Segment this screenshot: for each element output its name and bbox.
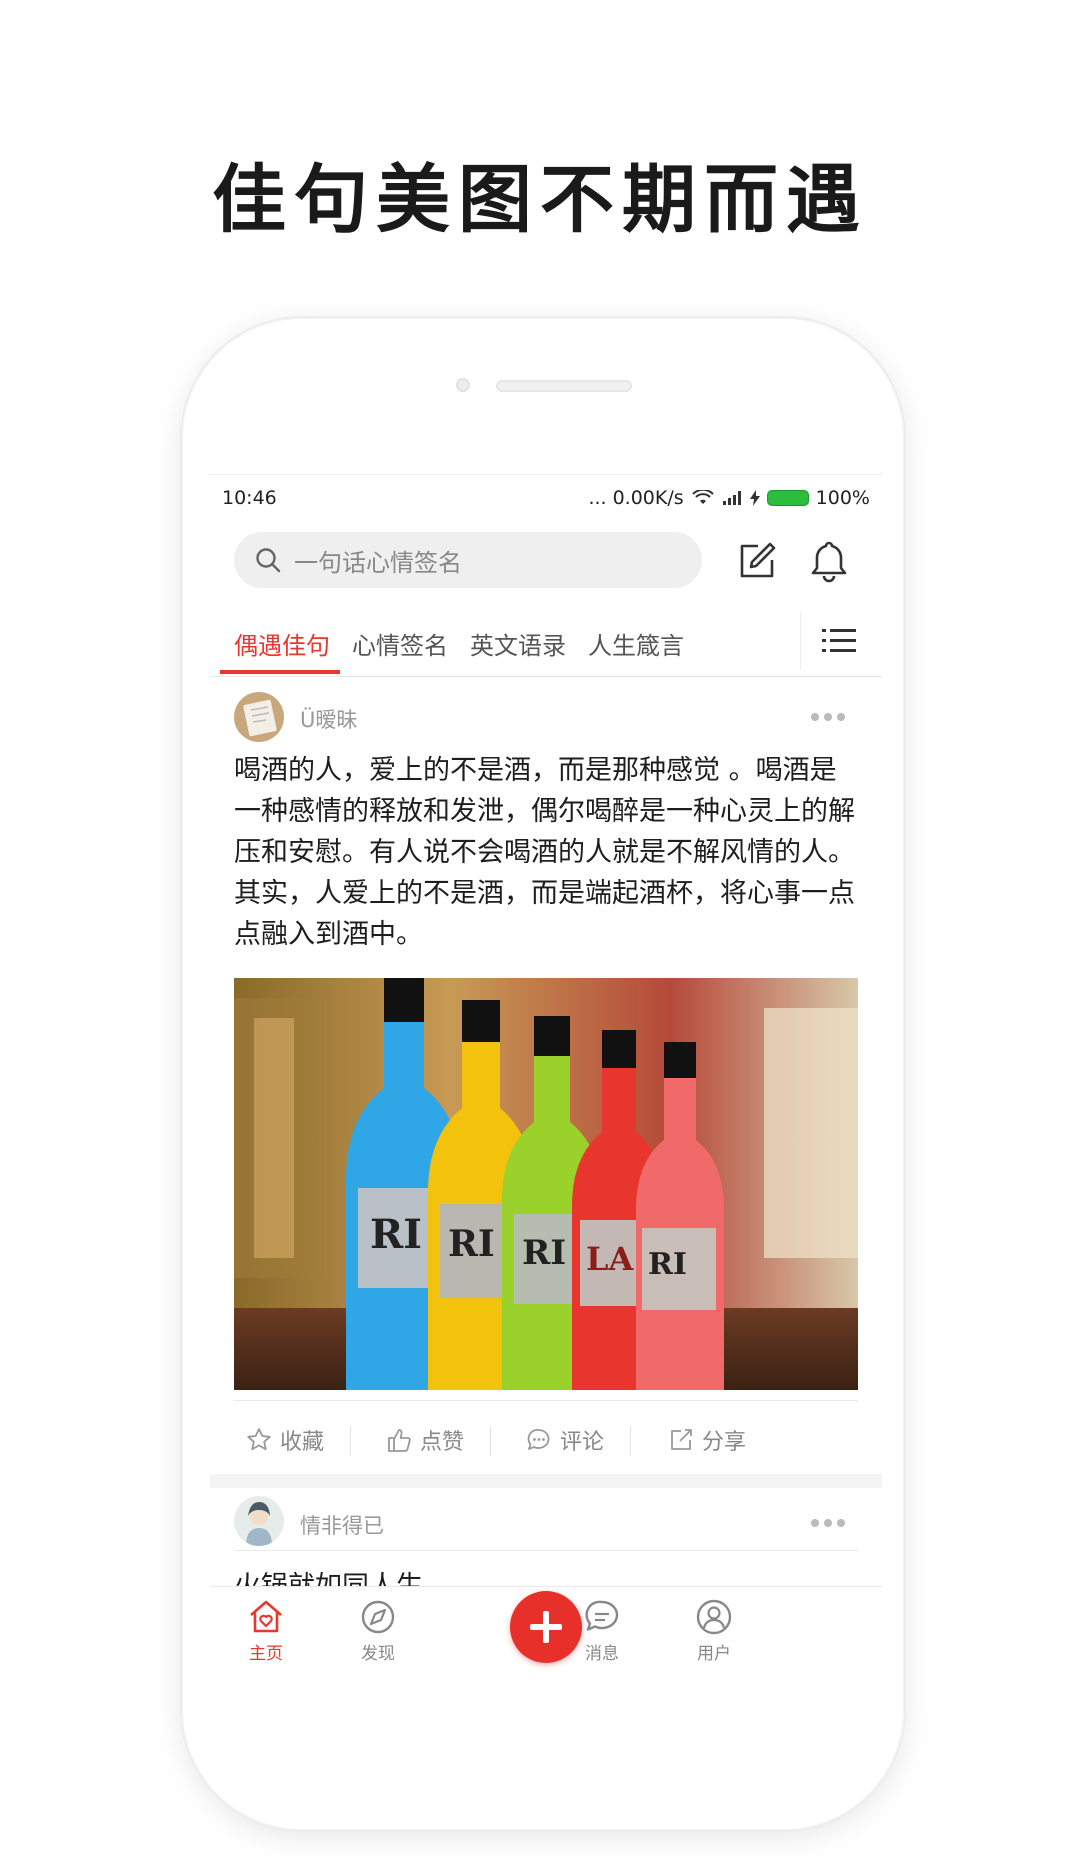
nav-home[interactable]: 主页 [226,1597,306,1664]
home-icon [250,1600,282,1633]
comment-button[interactable]: 评论 [526,1424,604,1456]
search-placeholder: 一句话心情签名 [294,548,462,577]
avatar[interactable] [234,1496,284,1546]
tab-oyu-jiaju[interactable]: 偶遇佳句 [234,626,330,661]
avatar[interactable] [234,692,284,742]
nav-user-label: 用户 [697,1644,731,1664]
tab-yingwen-yulu[interactable]: 英文语录 [470,626,566,661]
nav-discover[interactable]: 发现 [338,1597,418,1664]
like-label: 点赞 [420,1430,465,1455]
search-icon [256,548,281,573]
post-image[interactable]: RI RI RI LA RI [234,978,858,1390]
compass-icon [361,1600,395,1634]
more-options-icon[interactable] [810,1518,846,1528]
battery-icon [767,491,808,505]
phone-speaker [496,380,632,392]
avatar-image [234,692,284,742]
post-username[interactable]: Ü暧昧 [300,704,357,734]
thumbs-up-icon [388,1429,411,1452]
cocktail-bottles-image: RI RI RI LA RI [234,978,858,1390]
signal-icon [722,491,741,505]
bottle-label-5: RI [648,1247,687,1282]
action-separator [630,1426,631,1456]
avatar-image [234,1496,284,1546]
nav-user[interactable]: 用户 [674,1597,754,1664]
favorite-button[interactable]: 收藏 [246,1424,324,1456]
action-separator [350,1426,351,1456]
bottle-label-2: RI [448,1223,495,1265]
share-icon [671,1429,692,1450]
nav-home-label: 主页 [249,1644,283,1664]
category-tabs: 偶遇佳句 心情签名 英文语录 人生箴言 [210,608,882,677]
post-text: 喝酒的人，爱上的不是酒，而是那种感觉 。喝酒是一种感情的释放和发泄，偶尔喝醉是一… [234,755,855,950]
post-actions: 收藏 点赞 评论 分享 [210,1412,882,1466]
status-bar: 10:46 ... 0.00K/s 100% [210,474,882,515]
nav-messages-label: 消息 [585,1644,619,1664]
status-right: ... 0.00K/s 100% [588,487,870,509]
message-icon [585,1600,619,1631]
charging-icon [749,490,760,506]
nav-discover-label: 发现 [361,1644,395,1664]
network-speed: ... 0.00K/s [588,487,684,509]
favorite-label: 收藏 [280,1430,325,1455]
user-icon [696,1599,732,1635]
post-gap [210,1474,882,1488]
post-divider [234,1550,858,1551]
post-header: Ü暧昧 [210,682,882,750]
action-separator [490,1426,491,1456]
menu-list-icon[interactable] [822,626,856,656]
like-button[interactable]: 点赞 [386,1424,464,1456]
tab-rensheng-zhenyan[interactable]: 人生箴言 [588,626,684,661]
post-username[interactable]: 情非得已 [300,1510,384,1540]
comment-icon [527,1429,550,1450]
post-header: 情非得已 [210,1488,882,1556]
wifi-icon [691,490,714,504]
bottle-label-4: LA [586,1240,635,1278]
compose-icon[interactable] [736,540,778,582]
battery-level: 100% [815,487,870,509]
more-options-icon[interactable] [810,712,846,722]
phone-camera [456,378,470,392]
nav-messages[interactable]: 消息 [562,1597,642,1664]
share-label: 分享 [702,1430,747,1455]
app-screen: 10:46 ... 0.00K/s 100% 一句话心情签名 偶遇佳句 心情签名… [210,474,882,1674]
bell-icon[interactable] [806,538,852,584]
tab-xinqing-qianming[interactable]: 心情签名 [352,626,448,661]
comment-label: 评论 [560,1430,605,1455]
bottle-label-1: RI [370,1211,422,1258]
actions-divider [234,1400,858,1401]
star-icon [247,1428,271,1451]
share-button[interactable]: 分享 [668,1424,746,1456]
tabs-divider [800,612,801,670]
bottle-label-3: RI [522,1233,566,1273]
search-bar[interactable]: 一句话心情签名 [234,532,702,588]
bottom-nav: 主页 发现 消息 用户 [210,1586,882,1674]
status-time: 10:46 [222,487,277,509]
active-tab-indicator [220,670,340,674]
promo-headline: 佳句美图不期而遇 [212,157,868,243]
